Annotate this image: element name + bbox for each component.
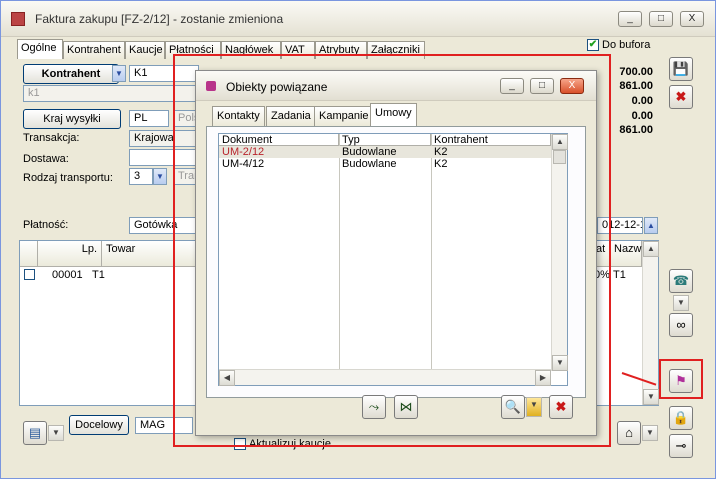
tab-zadania[interactable]: Zadania bbox=[266, 106, 316, 126]
do-bufora-checkbox[interactable]: ✔ bbox=[587, 39, 599, 51]
unlink-icon[interactable]: ⋈ bbox=[394, 395, 418, 419]
grid-header-nazwa[interactable]: Nazw bbox=[610, 241, 642, 267]
linked-objects-dialog: Obiekty powiązane _ □ X Kontakty Zadania… bbox=[195, 70, 597, 436]
dialog-app-icon bbox=[206, 81, 216, 91]
umowy-list: Dokument Typ Kontrahent UM-2/12 Budowlan… bbox=[218, 133, 568, 386]
title-bar: Faktura zakupu [FZ-2/12] - zostanie zmie… bbox=[1, 1, 715, 37]
document-icon[interactable]: ▤ bbox=[23, 421, 47, 445]
row-checkbox[interactable] bbox=[24, 269, 35, 280]
row-lp: 00001 bbox=[52, 269, 83, 281]
do-bufora-label: Do bufora bbox=[602, 39, 651, 51]
dialog-title-bar: Obiekty powiązane _ □ X bbox=[196, 71, 596, 101]
kontrahent-dropdown[interactable]: ▼ bbox=[112, 65, 126, 82]
minimize-button[interactable]: _ bbox=[618, 11, 642, 27]
scroll-up-icon[interactable]: ▲ bbox=[643, 241, 659, 257]
scroll-right-icon[interactable]: ▶ bbox=[535, 370, 551, 386]
row-kontrahent: K2 bbox=[434, 146, 448, 158]
magnifier-dropdown-icon[interactable]: ▼ bbox=[526, 397, 542, 417]
scroll-left-icon[interactable]: ◀ bbox=[219, 370, 235, 386]
basket-icon[interactable]: ⌂ bbox=[617, 421, 641, 445]
tab-kampanie[interactable]: Kampanie bbox=[314, 106, 374, 126]
dialog-minimize-button[interactable]: _ bbox=[500, 78, 524, 94]
close-button[interactable]: X bbox=[680, 11, 704, 27]
row-dokument: UM-2/12 bbox=[222, 146, 265, 158]
rodzaj-transportu-dropdown[interactable]: ▼ bbox=[153, 168, 167, 185]
grid-header-select bbox=[20, 241, 38, 267]
platnosc-label: Płatność: bbox=[23, 219, 69, 231]
docelowy-button[interactable]: Docelowy bbox=[69, 415, 129, 435]
save-icon[interactable]: 💾 bbox=[669, 57, 693, 81]
link-icon[interactable]: ⤳ bbox=[362, 395, 386, 419]
column-divider bbox=[431, 134, 432, 374]
row-typ: Budowlane bbox=[342, 158, 397, 170]
rodzaj-transportu-field[interactable]: 3 bbox=[129, 168, 153, 185]
list-horizontal-scrollbar[interactable]: ◀ ▶ bbox=[219, 369, 551, 386]
kontrahent-button[interactable]: Kontrahent bbox=[23, 64, 119, 84]
tab-ogolne[interactable]: Ogólne bbox=[17, 39, 63, 59]
document-dropdown-icon[interactable]: ▼ bbox=[48, 425, 64, 441]
basket-dropdown-icon[interactable]: ▼ bbox=[642, 425, 658, 441]
grid-header-lp[interactable]: Lp. bbox=[38, 241, 102, 267]
phone-icon[interactable]: ☎ bbox=[669, 269, 693, 293]
date-spinner[interactable]: ▲ bbox=[644, 217, 658, 234]
window-title: Faktura zakupu [FZ-2/12] - zostanie zmie… bbox=[35, 12, 284, 26]
amount-kaucje: 0.00 bbox=[631, 95, 653, 107]
scroll-thumb[interactable] bbox=[553, 150, 566, 164]
delete-icon[interactable]: ✖ bbox=[669, 85, 693, 109]
dialog-title: Obiekty powiązane bbox=[226, 80, 328, 94]
dialog-maximize-button[interactable]: □ bbox=[530, 78, 554, 94]
column-divider bbox=[339, 134, 340, 374]
phone-dropdown-icon[interactable]: ▼ bbox=[673, 295, 689, 311]
pin-icon[interactable]: ⊸ bbox=[669, 434, 693, 458]
highlight-linked-objects bbox=[659, 359, 703, 399]
row-towar: T1 bbox=[92, 269, 105, 281]
row-kontrahent: K2 bbox=[434, 158, 448, 170]
amount-pozostalo: 861.00 bbox=[619, 124, 653, 136]
amount-netto: 700.00 bbox=[619, 66, 653, 78]
scroll-up-icon[interactable]: ▲ bbox=[552, 134, 568, 150]
tab-umowy[interactable]: Umowy bbox=[370, 103, 417, 126]
list-header-dokument[interactable]: Dokument bbox=[219, 134, 339, 146]
magnifier-icon[interactable]: 🔍 bbox=[501, 395, 525, 419]
list-vertical-scrollbar[interactable]: ▲ ▼ bbox=[551, 134, 568, 371]
amount-brutto: 861.00 bbox=[619, 80, 653, 92]
kraj-code-field[interactable]: PL bbox=[129, 110, 169, 127]
delete-icon[interactable]: ✖ bbox=[549, 395, 573, 419]
list-header-kontrahent[interactable]: Kontrahent bbox=[431, 134, 551, 146]
scroll-down-icon[interactable]: ▼ bbox=[643, 389, 659, 405]
rodzaj-transportu-label: Rodzaj transportu: bbox=[23, 172, 113, 184]
dostawa-label: Dostawa: bbox=[23, 153, 69, 165]
tab-kaucje[interactable]: Kaucje bbox=[125, 41, 165, 59]
list-header-typ[interactable]: Typ bbox=[339, 134, 431, 146]
binoculars-icon[interactable]: ∞ bbox=[669, 313, 693, 337]
dialog-close-button[interactable]: X bbox=[560, 78, 584, 94]
lock-icon[interactable]: 🔒 bbox=[669, 406, 693, 430]
app-icon bbox=[11, 12, 25, 26]
row-nazwa: T1 bbox=[613, 269, 626, 281]
transakcja-label: Transakcja: bbox=[23, 132, 80, 144]
kraj-wysylki-button[interactable]: Kraj wysyłki bbox=[23, 109, 121, 129]
scroll-down-icon[interactable]: ▼ bbox=[552, 355, 568, 371]
row-dokument: UM-4/12 bbox=[222, 158, 265, 170]
list-row[interactable]: UM-2/12 Budowlane K2 bbox=[219, 146, 551, 158]
tab-kontakty[interactable]: Kontakty bbox=[212, 106, 265, 126]
tab-kontrahent[interactable]: Kontrahent bbox=[63, 41, 125, 59]
maximize-button[interactable]: □ bbox=[649, 11, 673, 27]
row-typ: Budowlane bbox=[342, 146, 397, 158]
amount-zaplacono: 0.00 bbox=[631, 110, 653, 122]
list-row[interactable]: UM-4/12 Budowlane K2 bbox=[219, 158, 551, 170]
